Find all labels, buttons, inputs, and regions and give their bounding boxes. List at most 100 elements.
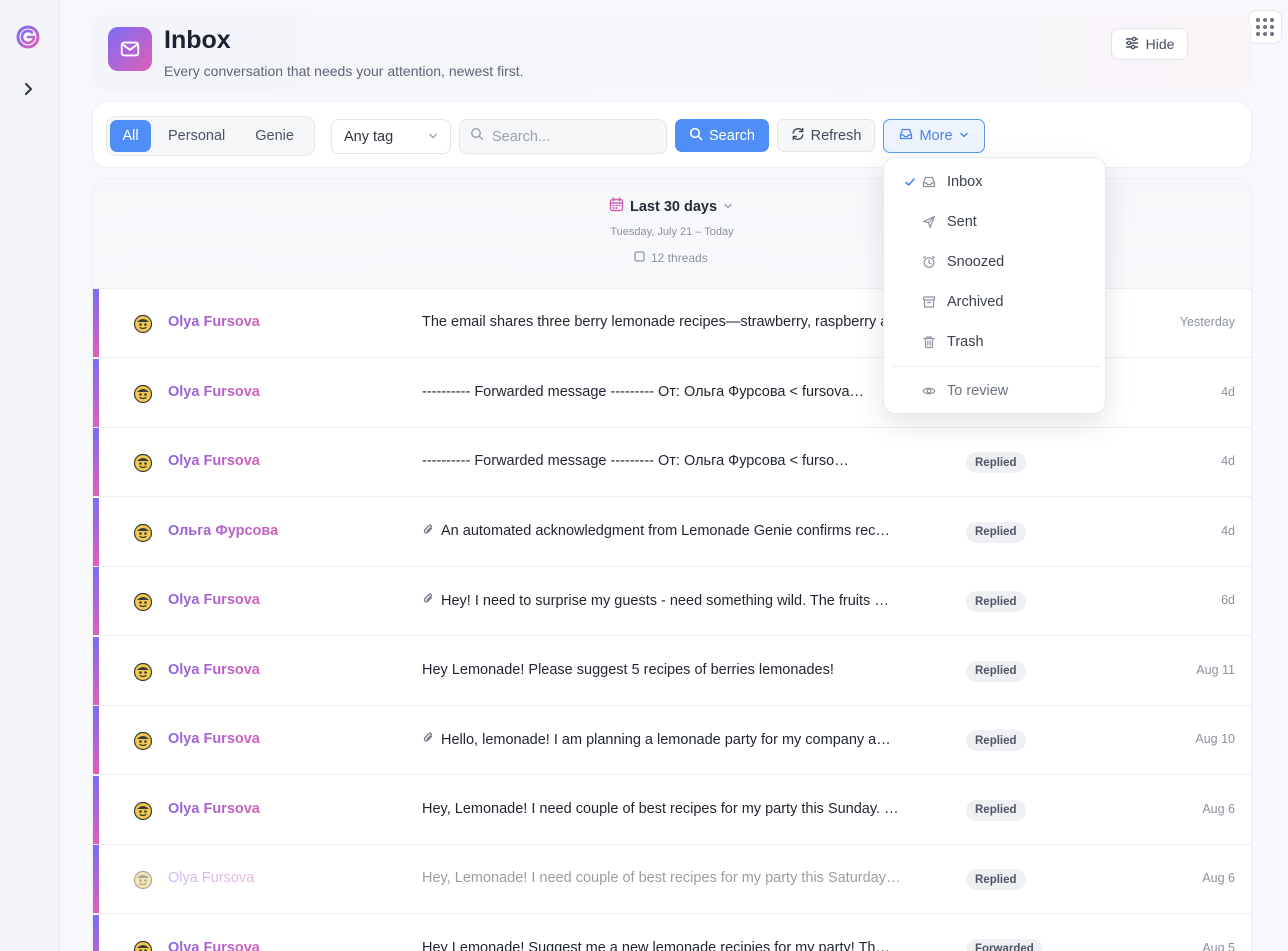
menu-item-archived[interactable]: Archived: [892, 284, 1097, 320]
paperclip-icon: [422, 592, 435, 609]
status-badge: Replied: [966, 591, 1026, 612]
thread-subject: Hey Lemonade! Suggest me a new lemonade …: [422, 940, 934, 951]
paperclip-icon: [422, 523, 435, 540]
apps-grid-icon[interactable]: [1248, 10, 1282, 44]
search-button[interactable]: Search: [675, 119, 769, 152]
menu-item-snoozed[interactable]: Snoozed: [892, 244, 1097, 280]
calendar-icon: [609, 197, 624, 216]
thread-count-label: 12 threads: [651, 251, 708, 265]
thread-date: 6d: [1221, 593, 1235, 607]
thread-subject: Hey Lemonade! Please suggest 5 recipes o…: [422, 662, 934, 678]
thread-subject: The email shares three berry lemonade re…: [422, 314, 934, 330]
thread-subject: Hello, lemonade! I am planning a lemonad…: [422, 731, 934, 748]
thread-sender: Olya Fursova: [168, 453, 260, 469]
avatar: [133, 870, 153, 890]
search-icon: [689, 127, 703, 145]
thread-date: Aug 11: [1196, 662, 1235, 677]
thread-row[interactable]: Olya Fursova Hey! I need to surprise my g…: [93, 567, 1251, 636]
thread-row[interactable]: Olya Fursova Hey Lemonade! Please suggest…: [93, 636, 1251, 706]
thread-subject: Hey! I need to surprise my guests - need…: [422, 592, 934, 609]
thread-date: 4d: [1221, 454, 1235, 468]
thread-date: Yesterday: [1179, 315, 1235, 329]
status-badge: Replied: [966, 799, 1026, 821]
date-range-picker[interactable]: Last 30 days: [609, 197, 733, 216]
thread-date: Aug 6: [1202, 871, 1235, 885]
hide-button[interactable]: Hide: [1111, 28, 1188, 60]
thread-subject-text: Hey! I need to surprise my guests - need…: [441, 592, 889, 609]
checkmark-icon: [892, 176, 922, 188]
menu-divider: [892, 366, 1101, 367]
status-badge: Replied: [966, 521, 1026, 543]
thread-row[interactable]: Ольга Фурсова An automated acknowledgment…: [93, 497, 1251, 567]
tag-select-value: Any tag: [344, 128, 394, 145]
chevron-down-icon: [723, 199, 733, 215]
thread-sender: Ольга Фурсова: [168, 522, 279, 539]
thread-row[interactable]: Olya Fursova Hey, Lemonade! I need couple…: [93, 775, 1251, 845]
avatar: [133, 523, 153, 543]
thread-row[interactable]: Olya Fursova ---------- Forwarded message…: [93, 428, 1251, 497]
avatar: [133, 731, 153, 751]
avatar: [133, 453, 153, 473]
thread-sender: Olya Fursova: [168, 314, 260, 330]
date-range-title: Last 30 days: [630, 198, 718, 215]
more-button-label: More: [919, 128, 953, 144]
avatar: [133, 940, 153, 951]
thread-subject-text: Hey Lemonade! Please suggest 5 recipes o…: [422, 661, 834, 678]
status-badge: Forwarded: [966, 938, 1043, 951]
thread-subject-text: ---------- Forwarded message --------- О…: [422, 383, 865, 400]
thread-count: 12 threads: [634, 251, 708, 265]
menu-item-label: Trash: [947, 334, 984, 350]
folder-segment-control: All Personal Genie: [106, 116, 315, 156]
inbox-tray-icon: [899, 127, 913, 145]
status-badge: Replied: [966, 660, 1026, 682]
avatar: [133, 384, 153, 404]
status-badge: Replied: [966, 452, 1026, 473]
more-dropdown-menu: Inbox Sent Snoozed Archived Trash To rev…: [883, 157, 1106, 414]
page-subtitle: Every conversation that needs your atten…: [164, 63, 524, 79]
tag-select[interactable]: Any tag: [331, 119, 451, 154]
paperclip-icon: [422, 731, 435, 748]
menu-item-inbox[interactable]: Inbox: [892, 164, 1097, 200]
thread-row[interactable]: Olya Fursova Hello, lemonade! I am planni…: [93, 706, 1251, 775]
thread-subject: Hey, Lemonade! I need couple of best rec…: [422, 870, 934, 886]
chevron-right-icon[interactable]: [18, 79, 38, 99]
page-title: Inbox: [164, 26, 231, 54]
segment-personal[interactable]: Personal: [155, 120, 238, 152]
thread-date: 4d: [1221, 523, 1235, 538]
avatar: [133, 592, 153, 612]
thread-subject: ---------- Forwarded message --------- О…: [422, 384, 934, 400]
segment-all[interactable]: All: [110, 120, 151, 152]
thread-date: 4d: [1221, 384, 1235, 399]
segment-genie[interactable]: Genie: [242, 120, 307, 152]
search-button-label: Search: [709, 127, 755, 144]
status-badge: Replied: [966, 869, 1026, 890]
thread-subject: Hey, Lemonade! I need couple of best rec…: [422, 801, 934, 817]
refresh-button-label: Refresh: [810, 127, 862, 144]
thread-sender: Olya Fursova: [168, 592, 260, 608]
mail-icon: [108, 27, 152, 71]
thread-sender: Olya Fursova: [168, 940, 260, 951]
thread-sender: Olya Fursova: [168, 661, 260, 678]
thread-row[interactable]: Olya Fursova Hey Lemonade! Suggest me a n…: [93, 914, 1251, 951]
thread-subject: An automated acknowledgment from Lemonad…: [422, 523, 934, 540]
thread-row[interactable]: Olya Fursova Hey, Lemonade! I need couple…: [93, 845, 1251, 914]
status-badge: Replied: [966, 730, 1026, 751]
menu-item-sent[interactable]: Sent: [892, 204, 1097, 240]
thread-subject: ---------- Forwarded message --------- О…: [422, 453, 934, 469]
menu-item-label: Inbox: [947, 174, 983, 190]
archive-icon: [922, 295, 947, 309]
menu-item-to-review[interactable]: To review: [892, 373, 1097, 409]
avatar: [133, 662, 153, 682]
app-logo-icon[interactable]: [16, 25, 40, 49]
menu-item-label: Snoozed: [947, 254, 1005, 270]
avatar: [133, 314, 153, 334]
menu-item-trash[interactable]: Trash: [892, 324, 1097, 360]
trash-icon: [922, 335, 947, 349]
search-input[interactable]: [492, 128, 652, 145]
left-rail: [0, 0, 60, 951]
thread-sender: Olya Fursova: [168, 870, 255, 886]
refresh-button[interactable]: Refresh: [777, 119, 875, 152]
more-button[interactable]: More: [883, 119, 985, 153]
thread-subject-text: Hello, lemonade! I am planning a lemonad…: [441, 731, 891, 748]
search-icon: [470, 127, 484, 146]
